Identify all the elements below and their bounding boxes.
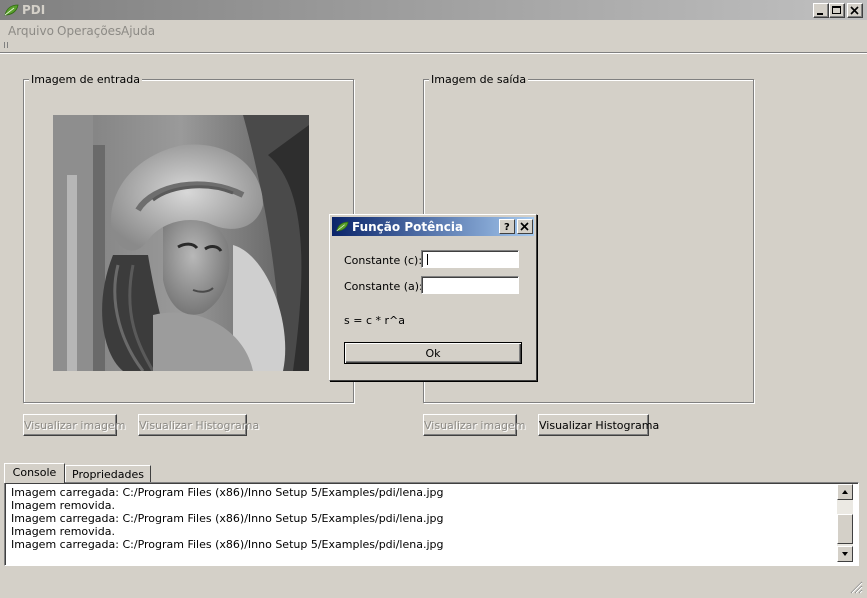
ok-button[interactable]: Ok <box>344 342 522 364</box>
console-line: Imagem carregada: C:/Program Files (x86)… <box>11 538 444 551</box>
arrow-down-icon <box>842 552 848 556</box>
scroll-up-button[interactable] <box>837 484 853 500</box>
input-image <box>53 115 309 371</box>
menu-arquivo[interactable]: Arquivo <box>8 24 54 38</box>
const-a-label: Constante (a): <box>344 280 423 293</box>
resize-grip-icon[interactable] <box>849 580 863 594</box>
arrow-up-icon <box>842 490 848 494</box>
input-view-image-button[interactable]: Visualizar imagem <box>23 414 125 436</box>
leaf-icon <box>336 221 349 232</box>
menu-bar: Arquivo Operações Ajuda <box>0 21 867 39</box>
console-scrollbar[interactable] <box>837 484 853 562</box>
question-icon: ? <box>504 222 510 233</box>
text-caret <box>427 254 428 265</box>
console-line: Imagem carregada: C:/Program Files (x86)… <box>11 512 444 525</box>
minimize-icon <box>817 13 823 15</box>
power-function-dialog: Função Potência ? Constante (c): Constan… <box>329 214 537 381</box>
window-titlebar[interactable]: PDI <box>0 0 867 20</box>
leaf-icon <box>4 4 19 16</box>
toolbar-separator <box>0 52 867 54</box>
console-line: Imagem removida. <box>11 525 115 538</box>
scroll-thumb[interactable] <box>837 514 853 544</box>
console-line: Imagem removida. <box>11 499 115 512</box>
const-c-input[interactable] <box>421 250 519 268</box>
console-line: Imagem carregada: C:/Program Files (x86)… <box>11 486 444 499</box>
const-c-label: Constante (c): <box>344 254 423 267</box>
close-icon <box>520 222 529 231</box>
window-title: PDI <box>22 3 46 17</box>
console-log[interactable]: Imagem carregada: C:/Program Files (x86)… <box>4 482 859 566</box>
close-button[interactable] <box>847 3 863 18</box>
help-button[interactable]: ? <box>499 219 515 234</box>
input-image-group-label: Imagem de entrada <box>29 73 142 86</box>
menu-ajuda[interactable]: Ajuda <box>121 24 155 38</box>
close-icon <box>850 6 859 15</box>
formula-text: s = c * r^a <box>344 314 405 327</box>
output-image-group-label: Imagem de saída <box>429 73 529 86</box>
tab-console[interactable]: Console <box>4 463 65 483</box>
dialog-close-button[interactable] <box>517 219 533 234</box>
dialog-titlebar[interactable]: Função Potência ? <box>332 217 534 236</box>
toolbar-grip-icon[interactable] <box>4 42 9 48</box>
scroll-down-button[interactable] <box>837 546 853 562</box>
maximize-button[interactable] <box>829 3 845 18</box>
input-view-histogram-button[interactable]: Visualizar Histograma <box>138 414 259 436</box>
svg-text:?: ? <box>504 222 510 233</box>
minimize-button[interactable] <box>813 3 829 18</box>
const-a-input[interactable] <box>421 276 519 294</box>
output-view-image-button[interactable]: Visualizar imagem <box>423 414 525 436</box>
dialog-title: Função Potência <box>352 220 464 234</box>
maximize-icon <box>832 6 841 14</box>
output-view-histogram-button[interactable]: Visualizar Histograma <box>538 414 659 436</box>
tab-propriedades[interactable]: Propriedades <box>65 465 151 483</box>
menu-operacoes[interactable]: Operações <box>57 24 121 38</box>
